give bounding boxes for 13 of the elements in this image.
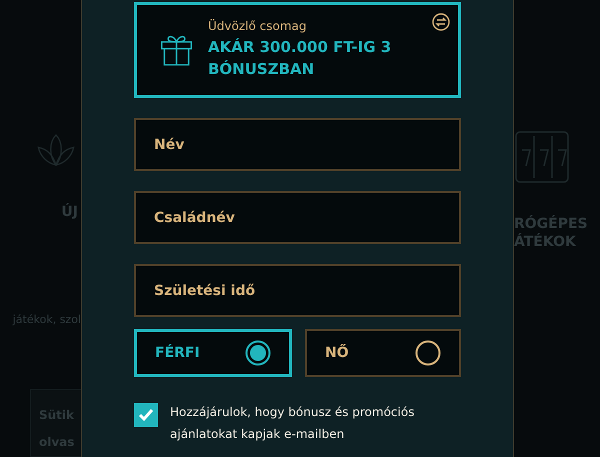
promo-subtitle: Üdvözlő csomag [208, 19, 306, 34]
text-field[interactable]: Születési idő [134, 264, 461, 317]
checkmark-icon [138, 408, 154, 422]
swap-icon[interactable] [432, 13, 450, 31]
consent-text: Hozzájárulok, hogy bónusz és promóciós ajánlatokat kapjak e-mailben [170, 404, 416, 443]
text-field[interactable]: Név [134, 118, 461, 171]
promo-title: AKÁR 300.000 FT-IG 3 BÓNUSZBAN [208, 37, 392, 80]
gender-option[interactable]: NŐ [305, 329, 461, 377]
radio-icon [415, 340, 441, 366]
consent-checkbox[interactable] [134, 403, 158, 427]
radio-icon [245, 340, 271, 366]
text-field[interactable]: Családnév [134, 191, 461, 244]
gender-option[interactable]: FÉRFI [134, 329, 292, 377]
